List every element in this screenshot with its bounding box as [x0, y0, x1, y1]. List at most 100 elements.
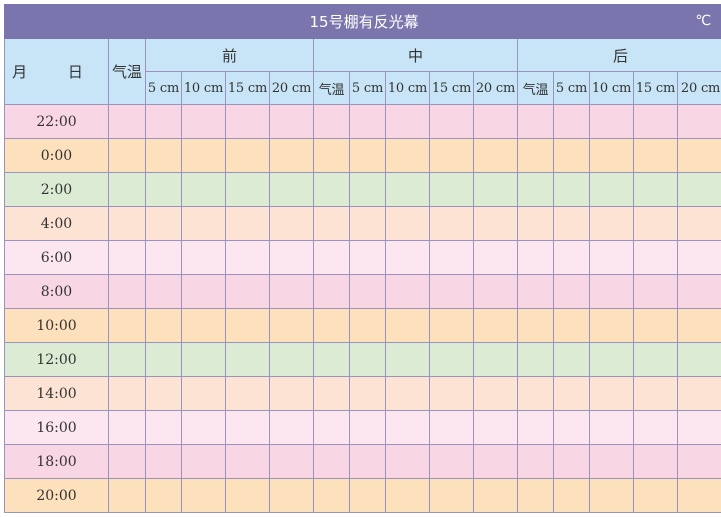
- temperature-cell[interactable]: [313, 444, 350, 479]
- temperature-cell[interactable]: [349, 308, 386, 343]
- temperature-cell[interactable]: [553, 410, 590, 445]
- temperature-cell[interactable]: [269, 308, 314, 343]
- temperature-cell[interactable]: [313, 342, 350, 377]
- temperature-cell[interactable]: [181, 172, 226, 207]
- temperature-cell[interactable]: [385, 478, 430, 513]
- temperature-cell[interactable]: [473, 376, 518, 411]
- temperature-cell[interactable]: [225, 410, 270, 445]
- temperature-cell[interactable]: [676, 410, 721, 445]
- temperature-cell[interactable]: [429, 240, 474, 275]
- temperature-cell[interactable]: [676, 274, 721, 309]
- temperature-cell[interactable]: [676, 240, 721, 275]
- temperature-cell[interactable]: [589, 342, 634, 377]
- temperature-cell[interactable]: [473, 410, 518, 445]
- temperature-cell[interactable]: [225, 240, 270, 275]
- temperature-cell[interactable]: [349, 240, 386, 275]
- temperature-cell[interactable]: [108, 206, 146, 241]
- temperature-cell[interactable]: [225, 444, 270, 479]
- temperature-cell[interactable]: [269, 478, 314, 513]
- temperature-cell[interactable]: [349, 172, 386, 207]
- temperature-cell[interactable]: [589, 478, 634, 513]
- temperature-cell[interactable]: [633, 274, 678, 309]
- temperature-cell[interactable]: [269, 172, 314, 207]
- temperature-cell[interactable]: [225, 274, 270, 309]
- temperature-cell[interactable]: [589, 138, 634, 173]
- temperature-cell[interactable]: [553, 444, 590, 479]
- temperature-cell[interactable]: [553, 240, 590, 275]
- temperature-cell[interactable]: [349, 104, 386, 139]
- temperature-cell[interactable]: [473, 478, 518, 513]
- temperature-cell[interactable]: [313, 308, 350, 343]
- temperature-cell[interactable]: [473, 240, 518, 275]
- temperature-cell[interactable]: [473, 138, 518, 173]
- temperature-cell[interactable]: [676, 138, 721, 173]
- temperature-cell[interactable]: [145, 376, 182, 411]
- temperature-cell[interactable]: [589, 274, 634, 309]
- temperature-cell[interactable]: [633, 172, 678, 207]
- temperature-cell[interactable]: [589, 376, 634, 411]
- temperature-cell[interactable]: [349, 342, 386, 377]
- temperature-cell[interactable]: [225, 172, 270, 207]
- temperature-cell[interactable]: [108, 478, 146, 513]
- temperature-cell[interactable]: [225, 342, 270, 377]
- temperature-cell[interactable]: [225, 138, 270, 173]
- temperature-cell[interactable]: [517, 138, 554, 173]
- temperature-cell[interactable]: [429, 342, 474, 377]
- temperature-cell[interactable]: [269, 342, 314, 377]
- temperature-cell[interactable]: [385, 138, 430, 173]
- temperature-cell[interactable]: [145, 206, 182, 241]
- temperature-cell[interactable]: [269, 104, 314, 139]
- temperature-cell[interactable]: [473, 274, 518, 309]
- temperature-cell[interactable]: [181, 376, 226, 411]
- temperature-cell[interactable]: [225, 206, 270, 241]
- temperature-cell[interactable]: [676, 376, 721, 411]
- temperature-cell[interactable]: [633, 206, 678, 241]
- temperature-cell[interactable]: [633, 376, 678, 411]
- temperature-cell[interactable]: [517, 206, 554, 241]
- temperature-cell[interactable]: [145, 342, 182, 377]
- temperature-cell[interactable]: [553, 342, 590, 377]
- temperature-cell[interactable]: [385, 308, 430, 343]
- temperature-cell[interactable]: [553, 172, 590, 207]
- temperature-cell[interactable]: [517, 240, 554, 275]
- temperature-cell[interactable]: [429, 206, 474, 241]
- temperature-cell[interactable]: [633, 138, 678, 173]
- temperature-cell[interactable]: [385, 376, 430, 411]
- temperature-cell[interactable]: [269, 206, 314, 241]
- temperature-cell[interactable]: [676, 172, 721, 207]
- temperature-cell[interactable]: [589, 240, 634, 275]
- temperature-cell[interactable]: [676, 444, 721, 479]
- temperature-cell[interactable]: [553, 104, 590, 139]
- temperature-cell[interactable]: [349, 274, 386, 309]
- temperature-cell[interactable]: [313, 138, 350, 173]
- temperature-cell[interactable]: [313, 410, 350, 445]
- temperature-cell[interactable]: [553, 478, 590, 513]
- temperature-cell[interactable]: [269, 410, 314, 445]
- temperature-cell[interactable]: [517, 478, 554, 513]
- temperature-cell[interactable]: [385, 206, 430, 241]
- temperature-cell[interactable]: [349, 376, 386, 411]
- temperature-cell[interactable]: [633, 478, 678, 513]
- temperature-cell[interactable]: [181, 444, 226, 479]
- temperature-cell[interactable]: [429, 104, 474, 139]
- temperature-cell[interactable]: [517, 410, 554, 445]
- temperature-cell[interactable]: [108, 172, 146, 207]
- temperature-cell[interactable]: [349, 444, 386, 479]
- temperature-cell[interactable]: [145, 138, 182, 173]
- temperature-cell[interactable]: [429, 444, 474, 479]
- temperature-cell[interactable]: [633, 410, 678, 445]
- temperature-cell[interactable]: [269, 444, 314, 479]
- temperature-cell[interactable]: [313, 478, 350, 513]
- temperature-cell[interactable]: [145, 172, 182, 207]
- temperature-cell[interactable]: [676, 478, 721, 513]
- temperature-cell[interactable]: [517, 274, 554, 309]
- temperature-cell[interactable]: [349, 410, 386, 445]
- temperature-cell[interactable]: [385, 240, 430, 275]
- temperature-cell[interactable]: [181, 206, 226, 241]
- temperature-cell[interactable]: [553, 138, 590, 173]
- temperature-cell[interactable]: [429, 410, 474, 445]
- temperature-cell[interactable]: [269, 240, 314, 275]
- temperature-cell[interactable]: [429, 138, 474, 173]
- temperature-cell[interactable]: [108, 376, 146, 411]
- temperature-cell[interactable]: [633, 342, 678, 377]
